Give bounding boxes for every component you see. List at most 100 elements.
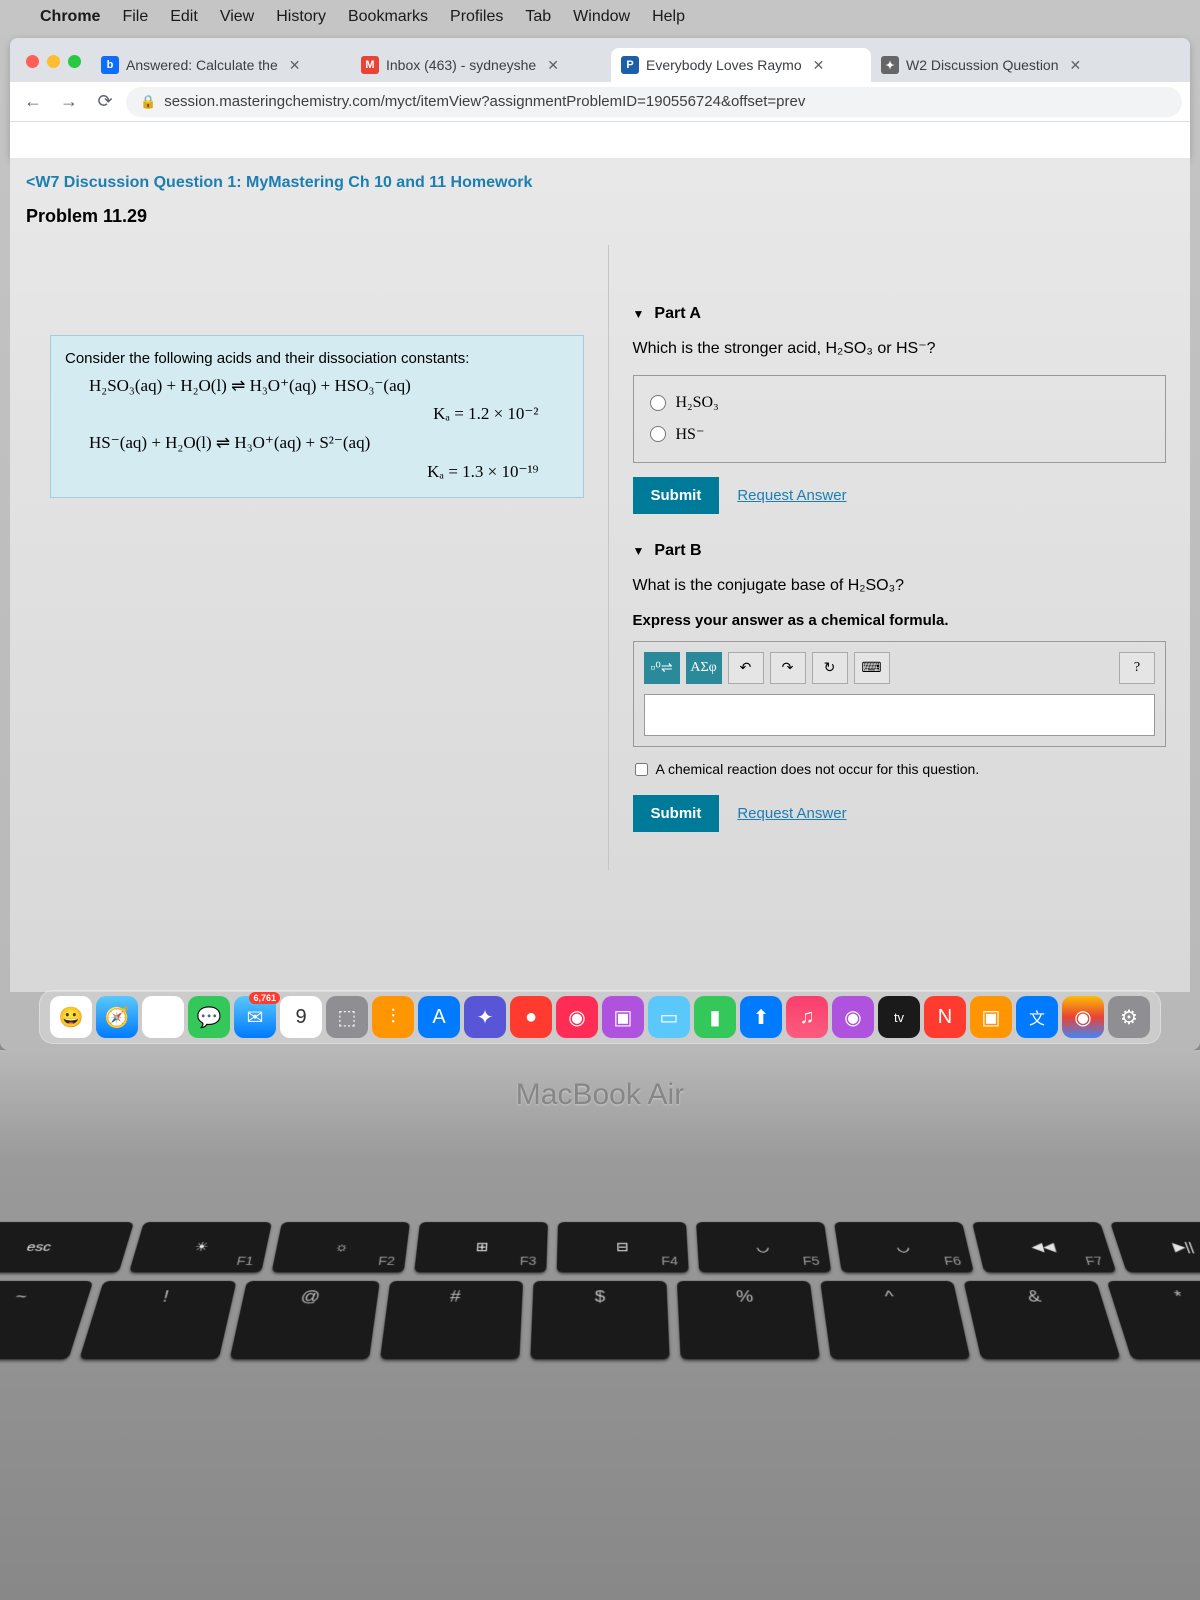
radio-h2so3[interactable] [650,395,666,411]
browser-window: b Answered: Calculate the ✕ M Inbox (463… [10,38,1190,158]
browser-tab-4[interactable]: ✦ W2 Discussion Question ✕ [871,48,1131,82]
address-bar[interactable]: 🔒 session.masteringchemistry.com/myct/it… [126,87,1182,117]
dock-messages-icon[interactable]: 💬 [188,996,230,1038]
key-1[interactable]: ! [79,1281,236,1359]
close-tab-icon[interactable]: ✕ [547,57,559,74]
dock-podcasts-icon[interactable]: ◉ [832,996,874,1038]
back-button[interactable]: ← [18,87,48,117]
browser-tab-3-active[interactable]: P Everybody Loves Raymo ✕ [611,48,871,82]
menu-edit[interactable]: Edit [170,8,198,26]
request-answer-link-b[interactable]: Request Answer [737,805,846,822]
request-answer-link-a[interactable]: Request Answer [737,487,846,504]
menu-bookmarks[interactable]: Bookmarks [348,8,428,26]
templates-button[interactable]: ▫⁰⇌ [644,652,680,684]
key-tilde[interactable]: ~ [0,1281,93,1359]
key-3[interactable]: # [380,1281,523,1359]
dock-app-icon[interactable]: ✦ [464,996,506,1038]
close-tab-icon[interactable]: ✕ [289,57,301,74]
maximize-window-button[interactable] [68,55,81,68]
dock-app-icon[interactable]: ⬚ [326,996,368,1038]
keyboard: esc ☀F1 ☼F2 ⊞F3 ⊟F4 ◡F5 ◡F6 ◀◀F7 ▶|| ~ !… [0,1222,1200,1359]
keyboard-button[interactable]: ⌨ [854,652,890,684]
menu-history[interactable]: History [276,8,326,26]
dock-calc-icon[interactable]: 9 [280,996,322,1038]
menu-profiles[interactable]: Profiles [450,8,503,26]
dock-app-icon[interactable]: ◉ [556,996,598,1038]
reload-button[interactable]: ⟳ [90,87,120,117]
minimize-window-button[interactable] [47,55,60,68]
key-f7[interactable]: ◀◀F7 [972,1222,1116,1272]
dock-music-icon[interactable]: ♫ [786,996,828,1038]
ka-1: Kₐ = 1.2 × 10⁻² [65,400,569,429]
tab-strip: b Answered: Calculate the ✕ M Inbox (463… [10,38,1190,82]
key-2[interactable]: @ [230,1281,380,1359]
menu-view[interactable]: View [220,8,254,26]
key-f3[interactable]: ⊞F3 [414,1222,548,1272]
submit-button-a[interactable]: Submit [633,477,720,514]
favicon: b [101,56,119,74]
key-f1[interactable]: ☀F1 [129,1222,272,1272]
key-f8[interactable]: ▶|| [1110,1222,1200,1272]
equation-2: HS⁻(aq) + H₂O(l) ⇌ H₃O⁺(aq) + S²⁻(aq) [65,429,569,458]
dock-mail-icon[interactable]: ✉6,761 [234,996,276,1038]
dock-safari-icon[interactable]: 🧭 [96,996,138,1038]
dock-app-icon[interactable]: ▭ [648,996,690,1038]
dock-appletv-icon[interactable]: tv [878,996,920,1038]
key-8[interactable]: * [1107,1281,1200,1359]
favicon: P [621,56,639,74]
key-6[interactable]: ^ [820,1281,970,1359]
no-reaction-checkbox[interactable] [635,763,648,776]
radio-hs-minus[interactable] [650,426,666,442]
close-tab-icon[interactable]: ✕ [813,57,825,74]
dock-app-icon[interactable]: N [924,996,966,1038]
browser-tab-1[interactable]: b Answered: Calculate the ✕ [91,48,351,82]
menu-file[interactable]: File [122,8,148,26]
close-tab-icon[interactable]: ✕ [1070,57,1082,74]
breadcrumb-link[interactable]: <W7 Discussion Question 1: MyMastering C… [10,168,1190,198]
key-f4[interactable]: ⊟F4 [557,1222,689,1272]
help-button[interactable]: ? [1119,652,1155,684]
forward-button[interactable]: → [54,87,84,117]
formula-input[interactable] [644,694,1156,736]
no-reaction-checkbox-row[interactable]: A chemical reaction does not occur for t… [633,757,1167,781]
key-5[interactable]: % [677,1281,820,1359]
undo-button[interactable]: ↶ [728,652,764,684]
dock-app-icon[interactable]: ▣ [970,996,1012,1038]
part-a-header[interactable]: ▼ Part A [633,305,1167,323]
dock-app-icon[interactable]: ▣ [602,996,644,1038]
menu-tab[interactable]: Tab [525,8,551,26]
dock-chrome-icon[interactable]: ◉ [1062,996,1104,1038]
menu-help[interactable]: Help [652,8,685,26]
key-f2[interactable]: ☼F2 [272,1222,410,1272]
dock-app-icon[interactable]: 文 [1016,996,1058,1038]
key-f6[interactable]: ◡F6 [834,1222,974,1272]
option-h2so3[interactable]: H₂SO₃ [650,388,1150,418]
greek-button[interactable]: ΑΣφ [686,652,722,684]
lock-icon: 🔒 [140,94,156,110]
close-window-button[interactable] [26,55,39,68]
dock-app-icon[interactable]: ● [510,996,552,1038]
window-controls [20,55,91,82]
menu-window[interactable]: Window [573,8,630,26]
key-7[interactable]: & [963,1281,1120,1359]
dock-app-icon[interactable]: ⫶ [372,996,414,1038]
dock-finder-icon[interactable]: 😀 [50,996,92,1038]
option-label: H₂SO₃ [676,394,719,412]
url-text: session.masteringchemistry.com/myct/item… [164,93,805,110]
dock-appstore-icon[interactable]: A [418,996,460,1038]
key-esc[interactable]: esc [0,1222,134,1272]
redo-button[interactable]: ↷ [770,652,806,684]
reset-button[interactable]: ↻ [812,652,848,684]
dock-settings-icon[interactable]: ⚙ [1108,996,1150,1038]
part-a-title: Part A [654,305,701,323]
part-b-header[interactable]: ▼ Part B [633,542,1167,560]
dock-app-icon[interactable]: ▮ [694,996,736,1038]
dock-launchpad-icon[interactable]: ▦ [142,996,184,1038]
dock-app-icon[interactable]: ⬆ [740,996,782,1038]
browser-tab-2[interactable]: M Inbox (463) - sydneyshe ✕ [351,48,611,82]
option-hs-minus[interactable]: HS⁻ [650,418,1150,450]
key-f5[interactable]: ◡F5 [696,1222,831,1272]
submit-button-b[interactable]: Submit [633,795,720,832]
menubar-app[interactable]: Chrome [40,8,100,26]
key-4[interactable]: $ [530,1281,669,1359]
